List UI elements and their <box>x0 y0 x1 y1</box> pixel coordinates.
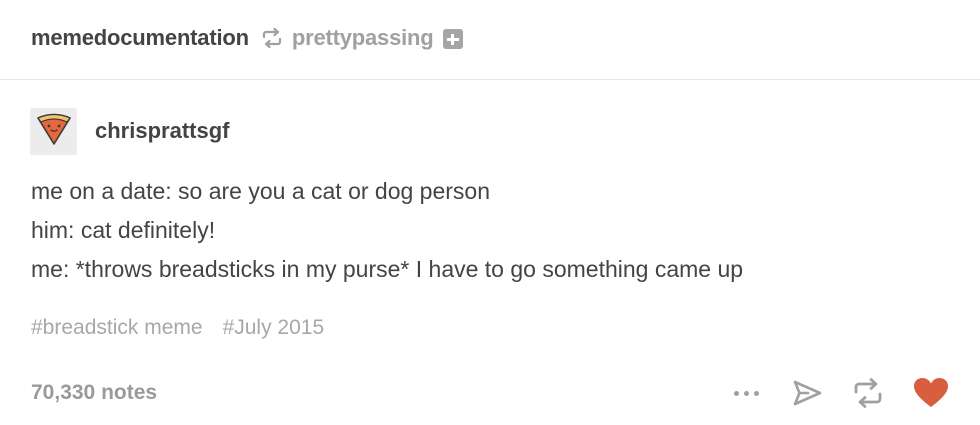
post-footer: 70,330 notes <box>31 376 949 410</box>
post-card: memedocumentation prettypassing chrispra… <box>0 0 980 425</box>
follow-plus-button[interactable] <box>442 29 463 49</box>
pizza-slice-icon <box>35 110 73 153</box>
avatar[interactable] <box>30 107 77 155</box>
more-icon[interactable] <box>728 376 764 410</box>
tag-link[interactable]: #July 2015 <box>223 316 325 340</box>
post-line: him: cat definitely! <box>31 217 216 243</box>
share-icon[interactable] <box>790 376 824 410</box>
notes-count[interactable]: 70,330 notes <box>31 381 157 405</box>
post-body: me on a date: so are you a cat or dog pe… <box>31 172 743 289</box>
post-tags: #breadstick meme #July 2015 <box>31 316 344 340</box>
header-divider <box>0 79 980 80</box>
trail-header: chrisprattsgf <box>30 107 229 155</box>
post-author-link[interactable]: memedocumentation <box>31 25 249 51</box>
post-line: me: *throws breadsticks in my purse* I h… <box>31 256 744 282</box>
post-line: me on a date: so are you a cat or dog pe… <box>31 178 491 204</box>
heart-icon[interactable] <box>913 376 949 410</box>
post-header: memedocumentation prettypassing <box>31 20 463 56</box>
reblog-icon[interactable] <box>850 376 886 410</box>
reblog-source-link[interactable]: prettypassing <box>292 25 434 51</box>
reblog-icon <box>260 26 284 50</box>
tag-link[interactable]: #breadstick meme <box>31 316 203 340</box>
post-actions <box>728 376 949 410</box>
trail-username-link[interactable]: chrisprattsgf <box>95 118 229 144</box>
